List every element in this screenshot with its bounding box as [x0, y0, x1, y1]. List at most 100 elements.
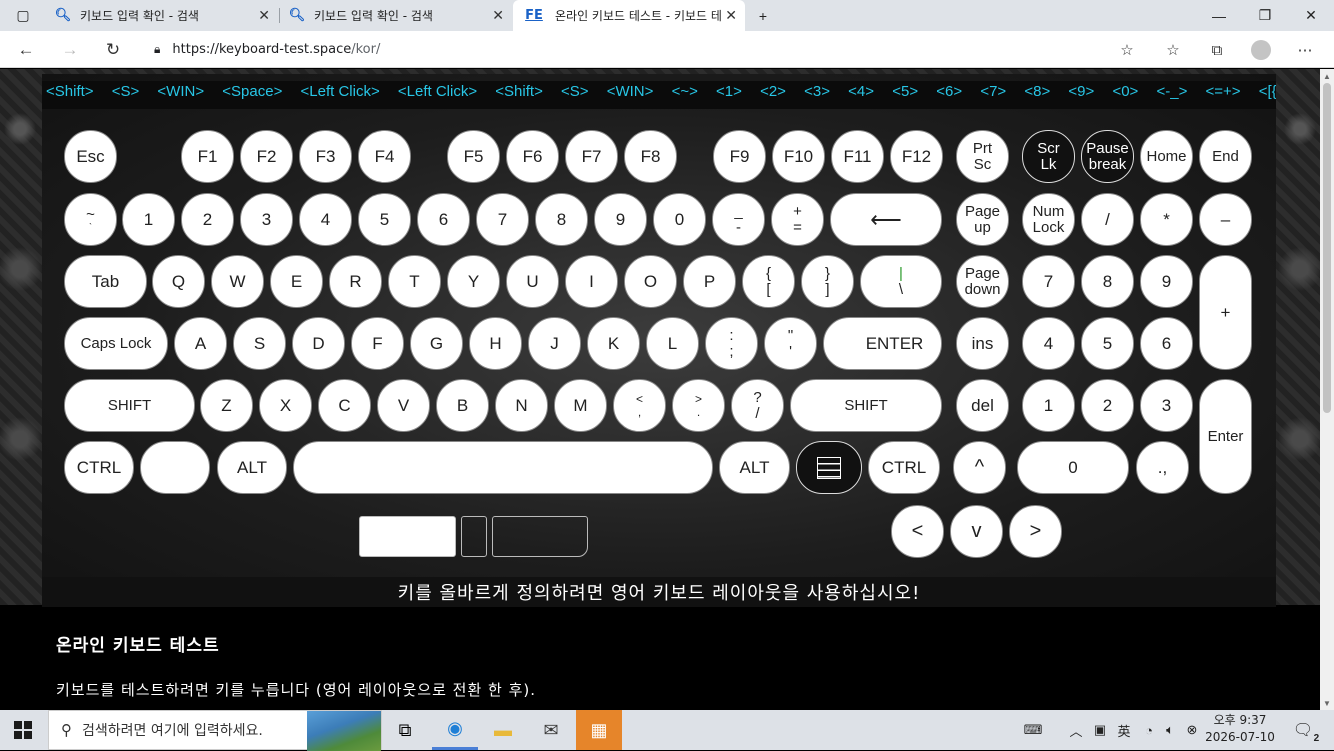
key-s[interactable]: S — [233, 317, 286, 370]
keyboard-input-icon[interactable]: ⌨ — [1018, 710, 1048, 750]
key-tab[interactable]: Tab — [64, 255, 147, 308]
key-f7[interactable]: F7 — [565, 130, 618, 183]
minimize-icon[interactable]: — — [1196, 0, 1242, 31]
key-numpad-7[interactable]: 7 — [1022, 255, 1075, 308]
key-home[interactable]: Home — [1140, 130, 1193, 183]
key-right-shift[interactable]: SHIFT — [790, 379, 942, 432]
windows-start-icon[interactable] — [0, 710, 46, 750]
key-z[interactable]: Z — [200, 379, 253, 432]
back-icon[interactable]: ← — [12, 36, 40, 64]
key-g[interactable]: G — [410, 317, 463, 370]
key-arrow-down[interactable]: v — [950, 505, 1003, 558]
key-arrow-right[interactable]: > — [1009, 505, 1062, 558]
key-5[interactable]: 5 — [358, 193, 411, 246]
tab-search-1[interactable]: 🔍︎ 키보드 입력 확인 - 검색 ✕ — [46, 0, 278, 31]
key-f10[interactable]: F10 — [772, 130, 825, 183]
mouse-left-button[interactable] — [359, 516, 456, 557]
key-left-alt[interactable]: ALT — [217, 441, 287, 494]
key-9[interactable]: 9 — [594, 193, 647, 246]
key-end[interactable]: End — [1199, 130, 1252, 183]
key-p[interactable]: P — [683, 255, 736, 308]
key-comma[interactable]: <, — [613, 379, 666, 432]
scroll-thumb[interactable] — [1323, 83, 1331, 413]
mouse-right-button[interactable] — [492, 516, 588, 557]
key-w[interactable]: W — [211, 255, 264, 308]
show-hidden-icons[interactable]: ︿ — [1066, 710, 1086, 750]
key-n[interactable]: N — [495, 379, 548, 432]
close-icon[interactable]: ✕ — [492, 8, 504, 24]
key-j[interactable]: J — [528, 317, 581, 370]
key-d[interactable]: D — [292, 317, 345, 370]
lock-icon[interactable]: 🔒︎ — [154, 42, 160, 57]
key-c[interactable]: C — [318, 379, 371, 432]
key-f4[interactable]: F4 — [358, 130, 411, 183]
key-pagedown[interactable]: Page down — [956, 255, 1009, 308]
volume-icon[interactable]: 🔈︎ — [1160, 710, 1180, 750]
key-left-bracket[interactable]: {[ — [742, 255, 795, 308]
key-numpad-minus[interactable]: – — [1199, 193, 1252, 246]
key-1[interactable]: 1 — [122, 193, 175, 246]
key-arrow-up[interactable]: ^ — [953, 441, 1006, 494]
tab-search-2[interactable]: 🔍︎ 키보드 입력 확인 - 검색 ✕ — [280, 0, 512, 31]
new-tab-button[interactable]: + — [740, 0, 786, 31]
key-enter[interactable]: ENTER — [823, 317, 942, 370]
scroll-down-icon[interactable]: ▼ — [1320, 696, 1334, 710]
key-quote[interactable]: " ' — [764, 317, 817, 370]
key-numpad-9[interactable]: 9 — [1140, 255, 1193, 308]
key-x[interactable]: X — [259, 379, 312, 432]
key-pause[interactable]: Pause break — [1081, 130, 1134, 183]
key-7[interactable]: 7 — [476, 193, 529, 246]
key-v[interactable]: V — [377, 379, 430, 432]
profile-avatar[interactable] — [1248, 37, 1274, 63]
tab-keyboard-test[interactable]: FE 온라인 키보드 테스트 - 키보드 테 ✕ — [513, 0, 745, 31]
key-3[interactable]: 3 — [240, 193, 293, 246]
key-space[interactable] — [293, 441, 713, 494]
key-q[interactable]: Q — [152, 255, 205, 308]
key-numpad-3[interactable]: 3 — [1140, 379, 1193, 432]
key-f5[interactable]: F5 — [447, 130, 500, 183]
taskbar-search-box[interactable]: ⚲ 검색하려면 여기에 입력하세요. — [48, 710, 382, 751]
key-numpad-2[interactable]: 2 — [1081, 379, 1134, 432]
key-delete[interactable]: del — [956, 379, 1009, 432]
close-icon[interactable]: ✕ — [725, 8, 737, 24]
more-menu-icon[interactable]: ⋯ — [1292, 37, 1318, 63]
key-o[interactable]: O — [624, 255, 677, 308]
edge-browser-icon[interactable]: ◉ — [432, 710, 478, 750]
address-bar[interactable]: 🔒︎ https://keyboard-test.space/kor/ — [138, 36, 1148, 63]
key-f9[interactable]: F9 — [713, 130, 766, 183]
key-f12[interactable]: F12 — [890, 130, 943, 183]
page-scrollbar[interactable]: ▲ ▼ — [1320, 69, 1334, 710]
task-view-icon[interactable]: ⧉ — [382, 710, 428, 750]
key-period[interactable]: >. — [672, 379, 725, 432]
file-explorer-icon[interactable]: ▬ — [480, 710, 526, 750]
key-numlock[interactable]: Num Lock — [1022, 193, 1075, 246]
key-t[interactable]: T — [388, 255, 441, 308]
key-h[interactable]: H — [469, 317, 522, 370]
key-semicolon[interactable]: :; — [705, 317, 758, 370]
key-backspace[interactable]: ⟵ — [830, 193, 942, 246]
key-menu[interactable] — [796, 441, 862, 494]
calculator-icon[interactable]: ▦ — [576, 710, 622, 750]
key-numpad-8[interactable]: 8 — [1081, 255, 1134, 308]
key-numpad-5[interactable]: 5 — [1081, 317, 1134, 370]
key-backslash[interactable]: | \ — [860, 255, 942, 308]
restore-icon[interactable]: ❐ — [1242, 0, 1288, 31]
key-f8[interactable]: F8 — [624, 130, 677, 183]
key-f11[interactable]: F11 — [831, 130, 884, 183]
key-win[interactable] — [140, 441, 210, 494]
key-u[interactable]: U — [506, 255, 559, 308]
refresh-icon[interactable]: ↻ — [99, 36, 127, 64]
scroll-up-icon[interactable]: ▲ — [1320, 69, 1334, 83]
key-right-bracket[interactable]: }] — [801, 255, 854, 308]
key-right-ctrl[interactable]: CTRL — [868, 441, 940, 494]
key-prtsc[interactable]: Prt Sc — [956, 130, 1009, 183]
key-numpad-decimal[interactable]: ., — [1136, 441, 1189, 494]
favorites-icon[interactable]: ☆ — [1160, 37, 1186, 63]
wifi-icon[interactable]: ◔ — [1138, 710, 1160, 750]
key-right-alt[interactable]: ALT — [719, 441, 790, 494]
ime-icon[interactable]: 英 — [1112, 710, 1136, 750]
key-pageup[interactable]: Page up — [956, 193, 1009, 246]
key-6[interactable]: 6 — [417, 193, 470, 246]
key-arrow-left[interactable]: < — [891, 505, 944, 558]
forward-icon[interactable]: → — [56, 36, 84, 64]
